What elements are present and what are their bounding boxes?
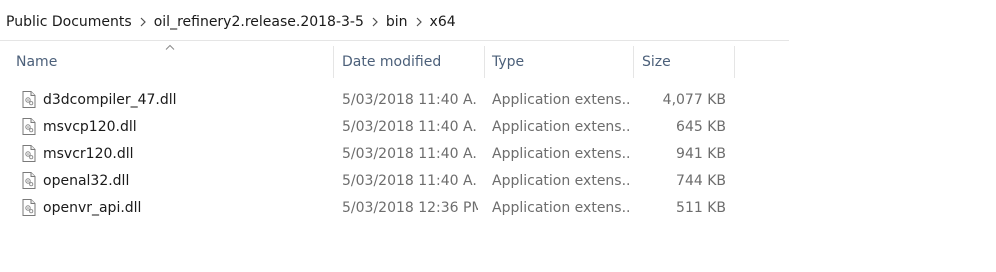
file-date-modified: 5/03/2018 11:40 A... (342, 173, 478, 189)
file-row[interactable]: msvcr120.dll 5/03/2018 11:40 A... Applic… (0, 141, 736, 168)
address-bar[interactable]: Public Documents oil_refinery2.release.2… (0, 0, 789, 41)
column-divider[interactable] (333, 46, 334, 78)
breadcrumb-item-oil-refinery[interactable]: oil_refinery2.release.2018-3-5 (154, 12, 364, 32)
breadcrumb-item-bin[interactable]: bin (386, 12, 408, 32)
file-size: 645 KB (676, 119, 726, 135)
file-explorer-window: Public Documents oil_refinery2.release.2… (0, 0, 996, 272)
column-divider[interactable] (633, 46, 634, 78)
file-date-modified: 5/03/2018 11:40 A... (342, 146, 478, 162)
dll-file-icon (22, 172, 36, 189)
file-name: openvr_api.dll (43, 200, 142, 216)
file-size: 941 KB (676, 146, 726, 162)
column-header-date-modified[interactable]: Date modified (342, 46, 482, 78)
file-type: Application extens... (492, 92, 630, 108)
chevron-right-icon[interactable] (132, 15, 154, 30)
file-list: d3dcompiler_47.dll 5/03/2018 11:40 A... … (0, 87, 736, 222)
chevron-right-icon[interactable] (364, 15, 386, 30)
file-row[interactable]: openvr_api.dll 5/03/2018 12:36 PM Applic… (0, 195, 736, 222)
file-date-modified: 5/03/2018 12:36 PM (342, 200, 478, 216)
breadcrumb-item-x64[interactable]: x64 (430, 12, 456, 32)
file-size: 4,077 KB (662, 92, 726, 108)
file-type: Application extens... (492, 146, 630, 162)
file-date-modified: 5/03/2018 11:40 A... (342, 119, 478, 135)
file-type: Application extens... (492, 173, 630, 189)
dll-file-icon (22, 91, 36, 108)
column-header-size[interactable]: Size (642, 46, 732, 78)
column-divider[interactable] (734, 46, 735, 78)
file-row[interactable]: msvcp120.dll 5/03/2018 11:40 A... Applic… (0, 114, 736, 141)
column-header-name[interactable]: Name (16, 46, 332, 78)
column-header-row: Name Date modified Type Size (0, 46, 736, 78)
file-name: d3dcompiler_47.dll (43, 92, 177, 108)
dll-file-icon (22, 199, 36, 216)
file-name: msvcr120.dll (43, 146, 134, 162)
chevron-right-icon[interactable] (408, 15, 430, 30)
file-size: 511 KB (676, 200, 726, 216)
file-row[interactable]: openal32.dll 5/03/2018 11:40 A... Applic… (0, 168, 736, 195)
file-type: Application extens... (492, 200, 630, 216)
dll-file-icon (22, 145, 36, 162)
breadcrumb: Public Documents oil_refinery2.release.2… (6, 12, 456, 32)
file-type: Application extens... (492, 119, 630, 135)
file-name: openal32.dll (43, 173, 130, 189)
column-divider[interactable] (484, 46, 485, 78)
dll-file-icon (22, 118, 36, 135)
file-size: 744 KB (676, 173, 726, 189)
column-header-type[interactable]: Type (492, 46, 632, 78)
breadcrumb-item-public-documents[interactable]: Public Documents (6, 12, 132, 32)
file-name: msvcp120.dll (43, 119, 137, 135)
file-date-modified: 5/03/2018 11:40 A... (342, 92, 478, 108)
file-row[interactable]: d3dcompiler_47.dll 5/03/2018 11:40 A... … (0, 87, 736, 114)
